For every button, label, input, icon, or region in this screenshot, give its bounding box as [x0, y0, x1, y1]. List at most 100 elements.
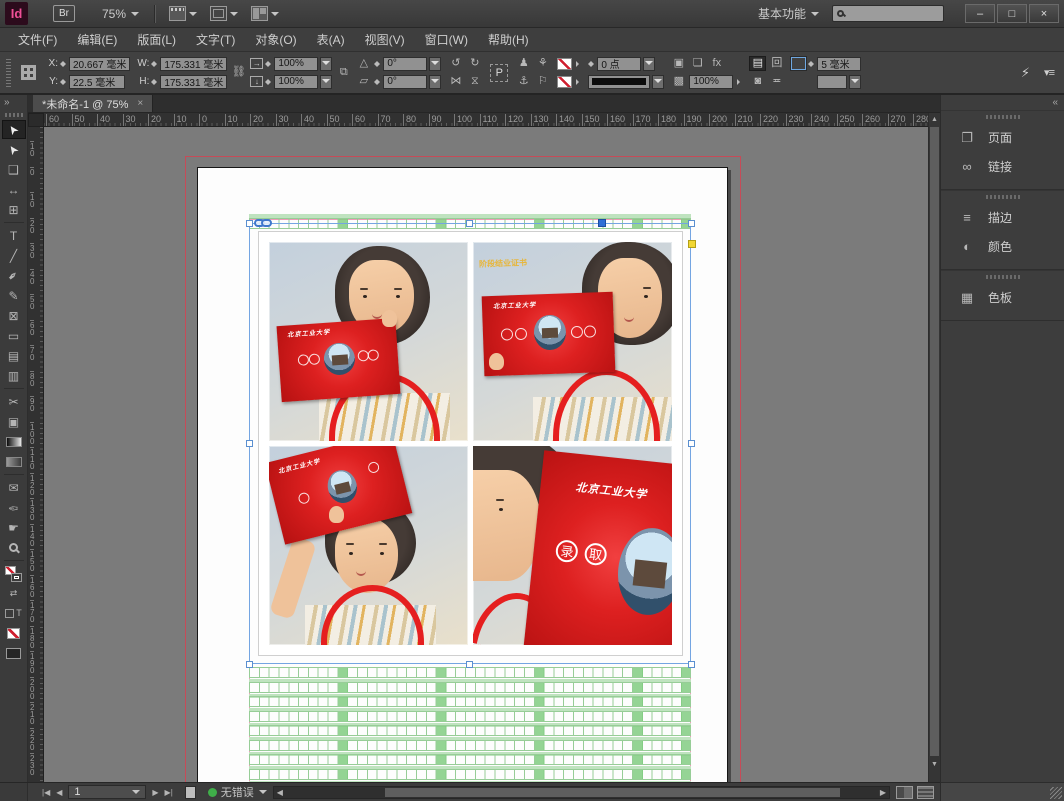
workspace-switcher[interactable]: 基本功能 — [752, 3, 825, 24]
scale-y-field[interactable]: 100% — [274, 75, 318, 89]
rectangle-tool[interactable]: ▭ — [2, 326, 26, 345]
handle-grid-toggle[interactable] — [598, 219, 606, 227]
chevron-down-icon[interactable] — [259, 790, 267, 798]
preflight-status-label[interactable]: 无错误 — [221, 784, 254, 800]
menu-item-7[interactable]: 窗口(W) — [415, 27, 478, 52]
fill-swatch-none[interactable] — [557, 58, 572, 70]
maximize-button[interactable]: □ — [997, 4, 1027, 23]
y-field[interactable]: 22.5 毫米 — [69, 75, 125, 89]
x-stepper[interactable] — [60, 58, 67, 70]
scissors-tool[interactable]: ✂ — [2, 392, 26, 411]
dock-item-pages[interactable]: ❐页面 — [941, 123, 1064, 152]
arrange-documents-button[interactable] — [248, 4, 282, 23]
handle-top-right[interactable] — [688, 220, 695, 227]
panel-menu-icon[interactable]: ▾≡ — [1044, 66, 1054, 79]
ruler-origin-corner[interactable] — [28, 113, 44, 127]
scale-x-dropdown[interactable] — [320, 57, 332, 71]
w-stepper[interactable] — [151, 58, 158, 70]
toolbar-expand-icon[interactable]: » — [0, 97, 27, 111]
eyedropper-tool[interactable]: ✑ — [2, 498, 26, 517]
note-tool[interactable]: ✉ — [2, 478, 26, 497]
opacity-flyout-icon[interactable] — [737, 79, 743, 85]
scroll-down-icon[interactable]: ▼ — [929, 758, 940, 770]
select-previous-icon[interactable]: ⚘ — [534, 56, 551, 71]
h-stepper[interactable] — [151, 76, 158, 88]
document-canvas[interactable]: 北京工业大学 阶段结业证书 — [44, 127, 928, 782]
dock-grip[interactable] — [986, 195, 1020, 199]
page-tool[interactable]: ❑ — [2, 160, 26, 179]
handle-top-center[interactable] — [466, 220, 473, 227]
panel-grip[interactable] — [6, 59, 11, 87]
stroke-style-dropdown[interactable] — [588, 75, 650, 89]
select-parent-icon[interactable]: ⚐ — [534, 74, 551, 89]
rotate-cw-icon[interactable]: ↻ — [466, 56, 483, 71]
corner-shape-caret[interactable] — [849, 75, 861, 89]
stroke-weight-dropdown[interactable] — [643, 57, 655, 71]
flip-vertical-icon[interactable]: ⧖ — [466, 74, 483, 89]
handle-bottom-right[interactable] — [688, 661, 695, 668]
next-page-icon[interactable]: ▶ — [152, 788, 158, 797]
close-button[interactable]: × — [1029, 4, 1059, 23]
gradient-feather-tool[interactable] — [2, 452, 26, 471]
wrap-none-icon[interactable]: ▤ — [749, 56, 766, 71]
stroke-style-caret[interactable] — [652, 75, 664, 89]
stroke-weight-stepper[interactable] — [588, 58, 595, 70]
select-content-icon[interactable]: ♟ — [515, 56, 532, 71]
reference-point-proxy[interactable] — [21, 65, 36, 80]
flip-horizontal-icon[interactable]: ⋈ — [447, 74, 464, 89]
type-tool[interactable]: T — [2, 226, 26, 245]
corner-radius-stepper[interactable] — [808, 58, 815, 70]
wrap-jump-icon[interactable]: ≖ — [768, 74, 785, 89]
scale-y-dropdown[interactable] — [320, 75, 332, 89]
rotation-stepper[interactable] — [374, 58, 381, 70]
screen-mode-button[interactable] — [2, 644, 26, 663]
minimize-button[interactable]: – — [965, 4, 995, 23]
menu-item-8[interactable]: 帮助(H) — [478, 27, 539, 52]
scroll-up-icon[interactable]: ▲ — [929, 113, 940, 125]
object-effects-icon[interactable]: ▣ — [670, 56, 687, 71]
spread-view-icon[interactable] — [896, 786, 913, 799]
handle-mid-left[interactable] — [246, 440, 253, 447]
quick-apply-icon[interactable]: ⚡ — [1021, 65, 1030, 81]
scale-x-field[interactable]: 100% — [274, 57, 318, 71]
selection-tool[interactable]: ➤ — [2, 120, 26, 139]
wrap-bounding-icon[interactable]: 回 — [768, 56, 785, 71]
menu-item-5[interactable]: 表(A) — [307, 27, 355, 52]
x-field[interactable]: 20.667 毫米 — [69, 57, 130, 71]
scroll-right-icon[interactable]: ▶ — [880, 788, 886, 797]
vertical-scrollbar[interactable]: ▲ ▼ — [928, 113, 940, 782]
rotation-dropdown[interactable] — [429, 57, 441, 71]
free-transform-tool[interactable]: ▣ — [2, 412, 26, 431]
bridge-button[interactable]: Br — [53, 5, 75, 22]
drop-shadow-icon[interactable]: ❏ — [689, 56, 706, 71]
hand-tool[interactable]: ☛ — [2, 518, 26, 537]
w-field[interactable]: 175.331 毫米 — [160, 57, 227, 71]
live-corner-handle[interactable] — [688, 240, 696, 248]
apply-none-button[interactable] — [2, 624, 26, 643]
zoom-tool[interactable] — [2, 538, 26, 557]
toolbar-grip[interactable] — [5, 113, 23, 117]
gradient-tool[interactable] — [2, 432, 26, 451]
dock-item-color[interactable]: ◐颜色 — [941, 232, 1064, 261]
rotate-ccw-icon[interactable]: ↺ — [447, 56, 464, 71]
dock-grip[interactable] — [986, 115, 1020, 119]
scale-y-stepper[interactable] — [265, 76, 272, 88]
opacity-field[interactable]: 100% — [689, 75, 733, 89]
wrap-object-icon[interactable]: ◙ — [749, 74, 766, 89]
y-stepper[interactable] — [60, 76, 67, 88]
fill-stroke-swatches[interactable] — [2, 564, 26, 583]
menu-item-1[interactable]: 编辑(E) — [67, 27, 127, 52]
stroke-weight-field[interactable]: 0 点 — [597, 57, 641, 71]
menu-item-6[interactable]: 视图(V) — [355, 27, 415, 52]
document-tab[interactable]: *未命名-1 @ 75% × — [33, 95, 153, 112]
pen-tool[interactable]: ✒ — [2, 266, 26, 285]
scroll-left-icon[interactable]: ◀ — [277, 788, 283, 797]
stroke-flyout-icon[interactable] — [576, 79, 582, 85]
tab-close-icon[interactable]: × — [137, 98, 143, 109]
preflight-icon[interactable] — [185, 786, 196, 799]
first-page-icon[interactable]: |◀ — [42, 788, 50, 797]
screen-mode-dropdown[interactable] — [207, 4, 241, 23]
dock-grip[interactable] — [986, 275, 1020, 279]
vertical-grid-tool[interactable]: ▥ — [2, 366, 26, 385]
shear-stepper[interactable] — [374, 76, 381, 88]
